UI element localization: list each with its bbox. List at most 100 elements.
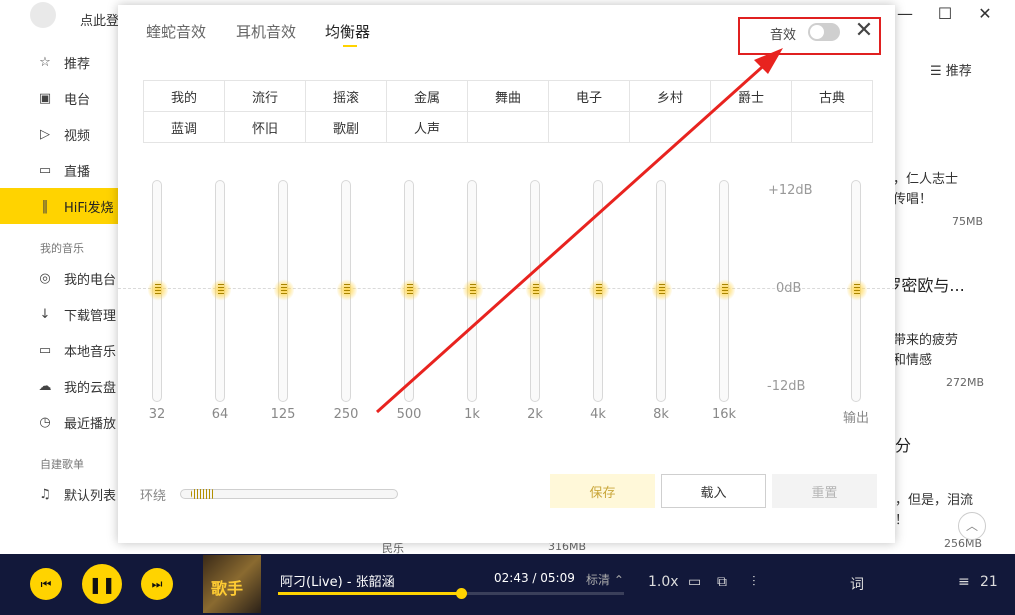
preset-item[interactable]: 人声 [387, 112, 468, 143]
band-32-slider-handle[interactable] [148, 279, 168, 301]
sidebar-item-label: 我的电台 [64, 272, 117, 288]
sidebar-item-recent[interactable]: ◷ 最近播放 [0, 404, 120, 440]
sidebar-item-my-radio[interactable]: ◎ 我的电台 [0, 260, 120, 296]
save-button[interactable]: 保存 [550, 474, 655, 508]
equalizer-icon[interactable]: ⫶ [752, 574, 756, 590]
recommend-label: 推荐 [945, 64, 972, 79]
radio-icon: ▣ [38, 90, 52, 106]
video-icon: ▷ [40, 126, 50, 142]
bg-desc: ！ [895, 513, 909, 528]
preset-item[interactable]: 我的 [144, 81, 225, 112]
band-64-slider[interactable] [211, 180, 231, 402]
sidebar-item-video[interactable]: ▷ 视频 [0, 116, 120, 152]
surround-slider[interactable] [180, 489, 398, 499]
output-slider-handle[interactable] [847, 279, 867, 301]
band-2k-slider-handle[interactable] [526, 279, 546, 301]
preset-item[interactable]: 乡村 [630, 81, 711, 112]
band-2k-slider[interactable] [526, 180, 546, 402]
maximize-button[interactable]: ☐ [937, 4, 953, 24]
tab-viper[interactable]: 蝰蛇音效 [146, 21, 206, 42]
tab-equalizer[interactable]: 均衡器 [325, 21, 370, 42]
preset-item[interactable]: 金属 [387, 81, 468, 112]
band-8k-slider-handle[interactable] [652, 279, 672, 301]
my-radio-icon: ◎ [39, 270, 51, 286]
recommend-tab[interactable]: ☰ 推荐 [930, 60, 972, 79]
sidebar-item-recommend[interactable]: ☆ 推荐 [0, 44, 120, 80]
band-64-slider-handle[interactable] [211, 279, 231, 301]
preset-item[interactable]: 歌剧 [306, 112, 387, 143]
band-16k-label: 16k [711, 407, 737, 422]
progress-bar[interactable] [278, 588, 624, 599]
sidebar-item-label: 最近播放 [64, 416, 117, 432]
band-4k-slider[interactable] [589, 180, 609, 402]
playlist-icon[interactable]: ≡ [958, 574, 970, 590]
next-track-button[interactable]: ⏭ [141, 568, 173, 600]
band-1k-slider[interactable] [463, 180, 483, 402]
quality-selector[interactable]: 标清 ⌃ [586, 571, 624, 588]
sidebar-item-download[interactable]: ↓ 下载管理 [0, 296, 120, 332]
band-125-slider[interactable] [274, 180, 294, 402]
preset-item[interactable]: 蓝调 [144, 112, 225, 143]
section-my-music: 我的音乐 [40, 242, 84, 255]
clock-icon: ◷ [39, 414, 51, 430]
pause-button[interactable]: ❚❚ [82, 564, 122, 604]
sidebar-item-live[interactable]: ▭ 直播 [0, 152, 120, 188]
band-125-slider-handle[interactable] [274, 279, 294, 301]
output-slider[interactable] [847, 180, 867, 402]
band-4k-slider-handle[interactable] [589, 279, 609, 301]
comment-icon[interactable]: ▭ [688, 574, 701, 590]
star-icon: ☆ [39, 54, 51, 70]
album-cover[interactable]: 歌手 [203, 555, 261, 613]
lyrics-icon[interactable]: 词 [850, 574, 864, 594]
sidebar-item-hifi[interactable]: ‖ HiFi发烧 [0, 188, 120, 224]
bg-title[interactable]: 分 [895, 432, 911, 456]
copy-icon[interactable]: ⧉ [717, 574, 727, 590]
band-16k-slider-handle[interactable] [715, 279, 735, 301]
preset-item[interactable]: 舞曲 [468, 81, 549, 112]
band-125-label: 125 [270, 407, 296, 422]
minimize-button[interactable]: — [897, 4, 913, 24]
band-8k-slider[interactable] [652, 180, 672, 402]
sidebar-item-cloud[interactable]: ☁ 我的云盘 [0, 368, 120, 404]
load-button[interactable]: 载入 [661, 474, 766, 508]
band-250-slider-handle[interactable] [337, 279, 357, 301]
chevron-up-icon: ︿ [965, 519, 978, 533]
band-32-slider[interactable] [148, 180, 168, 402]
live-icon: ▭ [38, 162, 52, 178]
preset-empty-cell [468, 112, 549, 143]
band-250-slider[interactable] [337, 180, 357, 402]
band-500-slider[interactable] [400, 180, 420, 402]
download-icon: ↓ [39, 306, 51, 322]
preset-item[interactable]: 古典 [792, 81, 873, 112]
list-icon: ♫ [39, 486, 51, 502]
preset-item[interactable]: 流行 [225, 81, 306, 112]
reset-button[interactable]: 重置 [772, 474, 877, 508]
sidebar-item-local[interactable]: ▭ 本地音乐 [0, 332, 120, 368]
avatar[interactable] [30, 2, 56, 28]
scroll-top-button[interactable]: ︿ [958, 512, 986, 540]
cloud-icon: ☁ [38, 378, 52, 394]
sidebar-item-label: 下载管理 [64, 308, 117, 324]
tab-headphone[interactable]: 耳机音效 [236, 21, 296, 42]
sidebar-item-default-list[interactable]: ♫ 默认列表 [0, 476, 120, 512]
surround-slider-handle[interactable] [191, 489, 215, 499]
preset-item[interactable]: 怀旧 [225, 112, 306, 143]
preset-item[interactable]: 爵士 [711, 81, 792, 112]
list-icon: ☰ [930, 64, 946, 79]
progress-handle[interactable] [456, 588, 468, 599]
preset-item[interactable]: 摇滚 [306, 81, 387, 112]
band-500-slider-handle[interactable] [400, 279, 420, 301]
prev-track-button[interactable]: ⏮ [30, 568, 62, 600]
band-1k-slider-handle[interactable] [463, 279, 483, 301]
preset-empty-cell [630, 112, 711, 143]
login-link[interactable]: 点此登 [80, 10, 119, 29]
close-window-button[interactable]: ✕ [977, 4, 993, 24]
band-16k-slider[interactable] [715, 180, 735, 402]
preset-empty-cell [792, 112, 873, 143]
preset-empty-cell [711, 112, 792, 143]
song-title[interactable]: 阿刁(Live) - 张韶涵 [280, 571, 395, 590]
speed-button[interactable]: 1.0x [648, 574, 679, 590]
preset-item[interactable]: 电子 [549, 81, 630, 112]
sidebar-item-radio[interactable]: ▣ 电台 [0, 80, 120, 116]
bg-size: 75MB [952, 215, 984, 228]
